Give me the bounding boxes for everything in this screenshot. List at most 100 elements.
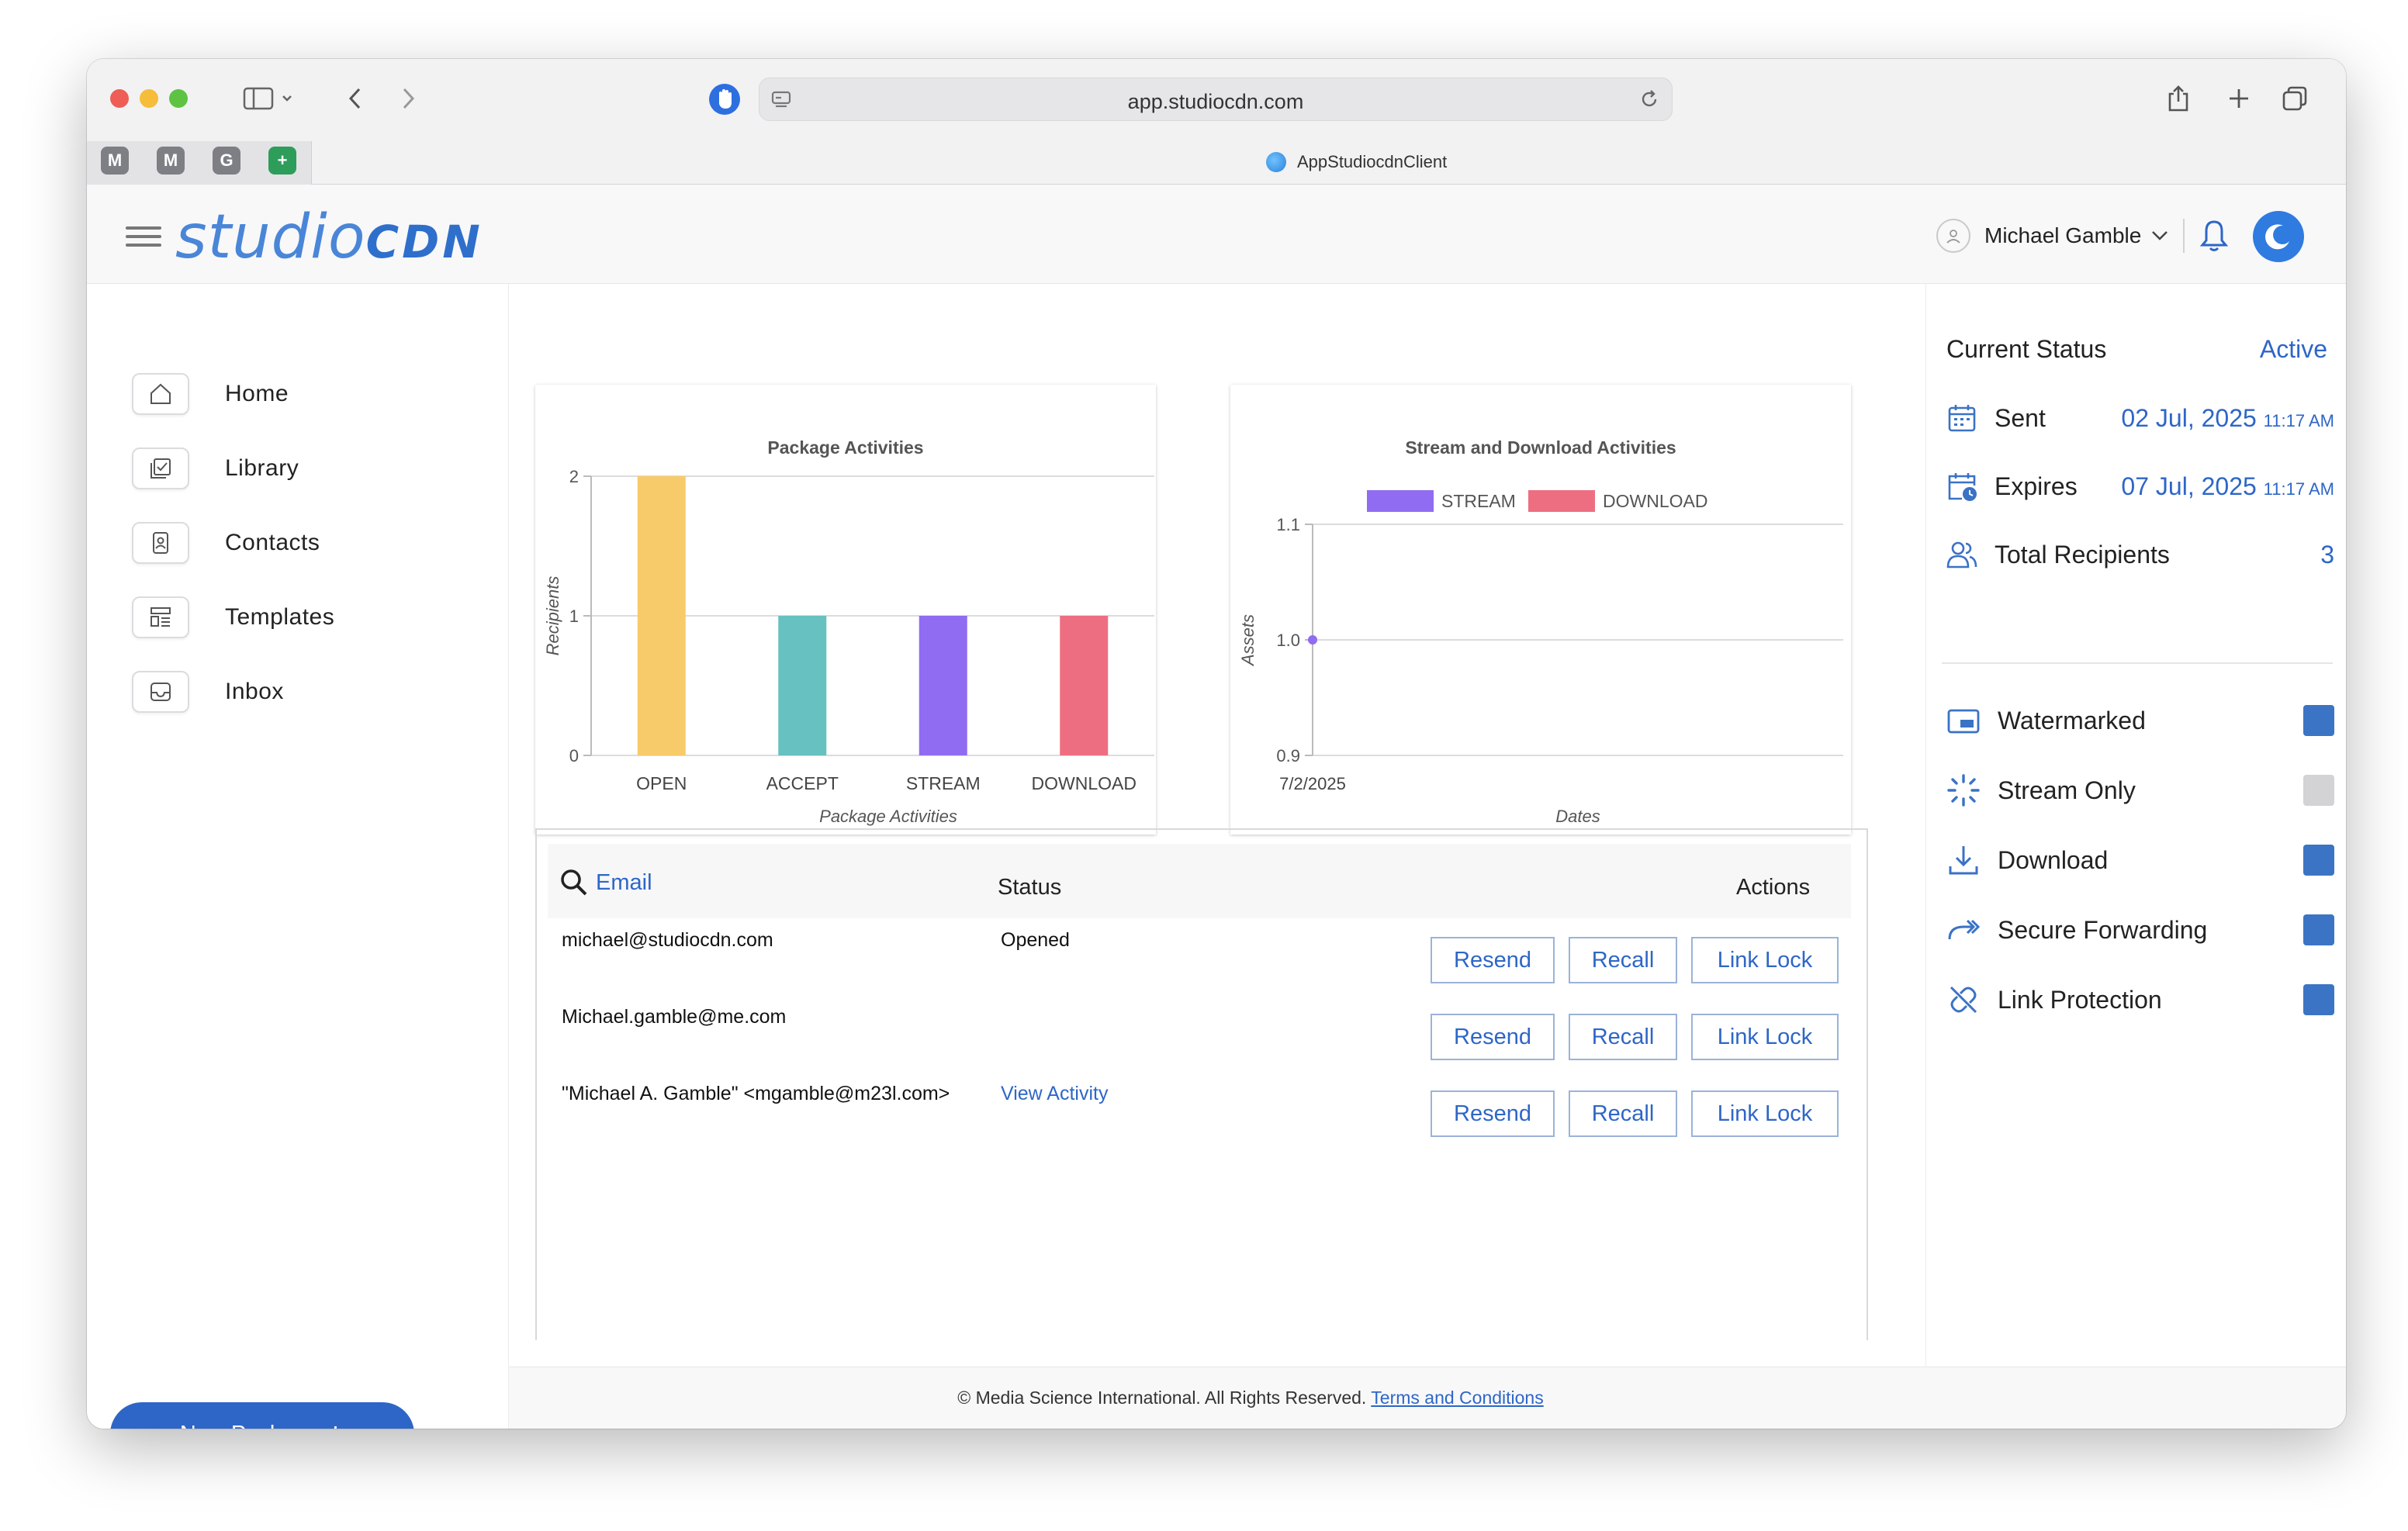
sidebar-item-home[interactable]: Home: [132, 372, 289, 416]
x-tick-label: DOWNLOAD: [1032, 773, 1137, 793]
panel-divider: [1942, 662, 2333, 664]
resend-button[interactable]: Resend: [1431, 1090, 1555, 1137]
menu-icon[interactable]: [126, 226, 161, 247]
templates-icon: [150, 607, 171, 627]
address-bar[interactable]: app.studiocdn.com: [759, 78, 1673, 121]
email-column-header[interactable]: Email: [596, 870, 652, 896]
link-lock-button[interactable]: Link Lock: [1691, 1014, 1839, 1060]
new-package-button[interactable]: New Package+: [110, 1402, 414, 1429]
y-tick-label: 2: [569, 467, 579, 486]
option-label: Download: [1998, 845, 2109, 874]
watermarked-checkbox[interactable]: [2303, 705, 2334, 736]
chevron-left-icon: [348, 88, 361, 109]
user-icon: [1946, 230, 1960, 244]
minimize-window-button[interactable]: [140, 89, 158, 108]
y-tick-label: 0.9: [1276, 746, 1300, 766]
x-tick-label: ACCEPT: [766, 773, 839, 793]
recall-button[interactable]: Recall: [1569, 937, 1677, 983]
chevron-down-icon[interactable]: [2150, 230, 2169, 242]
sidebar-item-library[interactable]: Library: [132, 447, 299, 490]
forward-button[interactable]: [393, 85, 424, 112]
status-column-header: Status: [998, 875, 1062, 900]
tab-overview-button[interactable]: [2279, 85, 2310, 112]
unlink-icon: [1950, 986, 1977, 1014]
home-icon: [150, 383, 171, 404]
x-tick-label: 7/2/2025: [1279, 774, 1346, 793]
table-row: "Michael A. Gamble" <mgamble@m23l.com> V…: [548, 1077, 1851, 1146]
recall-button[interactable]: Recall: [1569, 1014, 1677, 1060]
avatar[interactable]: [1936, 219, 1970, 253]
package-activities-card: Package Activities 0 1 2 OPEN ACCEPT STREAM DO…: [535, 385, 1156, 835]
studiocdn-logo[interactable]: studioCDN: [175, 202, 483, 272]
x-tick-label: STREAM: [906, 773, 981, 793]
close-window-button[interactable]: [110, 89, 129, 108]
url-text[interactable]: app.studiocdn.com: [759, 90, 1672, 114]
search-icon: [561, 869, 587, 896]
package-activities-chart: 0 1 2 OPEN ACCEPT STREAM DOWNLOAD Package Activ…: [543, 467, 1154, 826]
reload-icon[interactable]: [1638, 88, 1661, 111]
main-content: Package Activities 0 1 2 OPEN ACCEPT STREAM DO…: [509, 284, 1992, 1429]
browser-toolbar: app.studiocdn.com M M G + AppStudiocdnCl…: [87, 59, 2346, 185]
recipient-status: Opened: [1001, 929, 1070, 951]
user-name[interactable]: Michael Gamble: [1984, 223, 2141, 248]
y-axis-label: Assets: [1238, 614, 1258, 667]
privacy-shield-icon[interactable]: [708, 82, 742, 116]
active-tab[interactable]: AppStudiocdnClient: [1266, 152, 1447, 172]
pinned-tab-3[interactable]: G: [213, 147, 240, 175]
download-checkbox[interactable]: [2303, 845, 2334, 876]
legend-label: DOWNLOAD: [1603, 491, 1707, 511]
legend-swatch: [1528, 490, 1595, 512]
sent-date: 02 Jul, 2025 11:17 AM: [2121, 403, 2334, 432]
link-lock-button[interactable]: Link Lock: [1691, 1090, 1839, 1137]
stream-download-chart: STREAM DOWNLOAD 0.9 1.0 1.1 7/2/2025 Dates Asse…: [1238, 490, 1843, 826]
app-header: studioCDN Michael Gamble: [87, 185, 2346, 284]
recall-button[interactable]: Recall: [1569, 1090, 1677, 1137]
pinned-tab-4[interactable]: +: [268, 147, 296, 175]
legend-label: STREAM: [1441, 491, 1516, 511]
header-divider: [2183, 219, 2185, 253]
stream-only-checkbox[interactable]: [2303, 775, 2334, 806]
users-icon: [1946, 541, 1977, 569]
sidebar-item-inbox[interactable]: Inbox: [132, 670, 284, 714]
actions-column-header: Actions: [1736, 875, 1811, 900]
pinned-tab-2[interactable]: M: [157, 147, 185, 175]
total-recipients-label: Total Recipients: [1995, 540, 2170, 569]
chevron-right-icon: [403, 88, 415, 109]
data-point: [1308, 635, 1317, 645]
table-row: Michael.gamble@me.com Resend Recall Link…: [548, 1000, 1851, 1070]
stream-download-card: Stream and Download Activities STREAM DOW…: [1230, 385, 1851, 835]
contacts-icon: [153, 532, 168, 554]
forward-icon: [1948, 919, 1981, 940]
pinned-tab-1[interactable]: M: [101, 147, 129, 175]
back-button[interactable]: [340, 85, 371, 112]
option-label: Stream Only: [1998, 776, 2136, 804]
sent-row: Sent 02 Jul, 2025 11:17 AM: [1946, 400, 2334, 436]
option-download: Download: [1946, 842, 2334, 878]
bell-icon[interactable]: [2199, 219, 2230, 253]
email-search[interactable]: Email: [559, 867, 652, 898]
terms-link[interactable]: Terms and Conditions: [1371, 1388, 1543, 1408]
option-link-protection: Link Protection: [1946, 982, 2334, 1018]
sidebar-item-contacts[interactable]: Contacts: [132, 521, 320, 565]
link-protection-checkbox[interactable]: [2303, 984, 2334, 1015]
new-tab-button[interactable]: [2223, 85, 2254, 112]
link-lock-button[interactable]: Link Lock: [1691, 937, 1839, 983]
theme-toggle-button[interactable]: [2253, 211, 2304, 262]
resend-button[interactable]: Resend: [1431, 1014, 1555, 1060]
x-axis-label: Package Activities: [819, 807, 957, 826]
y-tick-label: 1: [569, 607, 579, 626]
status-panel: Current Status Active Sent 02 Jul, 2025 …: [1925, 284, 2346, 1367]
y-tick-label: 1.0: [1276, 631, 1300, 650]
table-header: Email Status Actions: [548, 844, 1851, 918]
tab-title: AppStudiocdnClient: [1297, 152, 1448, 171]
tabs-icon: [2282, 86, 2307, 111]
zoom-window-button[interactable]: [169, 89, 188, 108]
resend-button[interactable]: Resend: [1431, 937, 1555, 983]
user-menu[interactable]: Michael Gamble: [1936, 216, 2230, 256]
expires-label: Expires: [1995, 472, 2078, 500]
secure-forwarding-checkbox[interactable]: [2303, 914, 2334, 945]
view-activity-link[interactable]: View Activity: [1001, 1083, 1108, 1105]
sidebar-toggle-button[interactable]: [239, 85, 301, 112]
share-button[interactable]: [2163, 85, 2194, 112]
sidebar-item-templates[interactable]: Templates: [132, 596, 334, 639]
